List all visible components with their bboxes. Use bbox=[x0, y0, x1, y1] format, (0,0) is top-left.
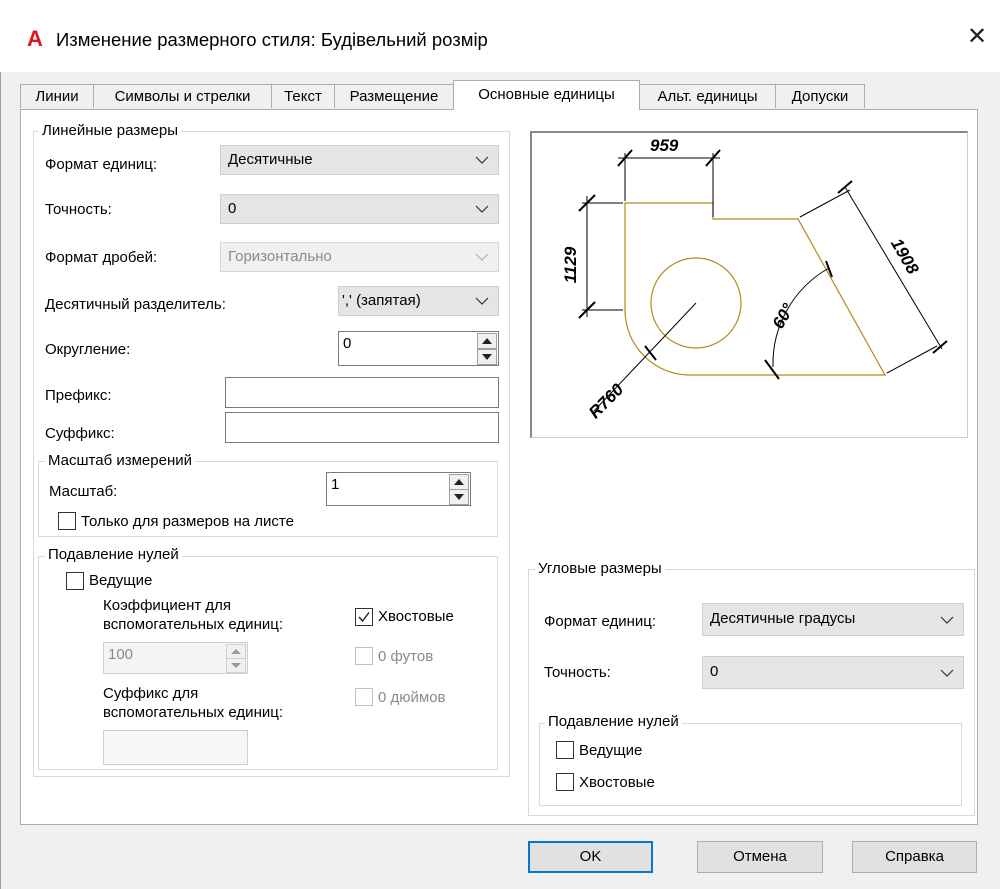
tab-primary-units[interactable]: Основные единицы bbox=[453, 80, 640, 110]
zero-feet-label: 0 футов bbox=[378, 648, 434, 665]
precision-select[interactable]: 0 bbox=[220, 194, 499, 224]
suffix-input[interactable] bbox=[225, 412, 499, 443]
tab-fit[interactable]: Размещение bbox=[334, 84, 454, 108]
angular-leading-label: Ведущие bbox=[579, 742, 643, 759]
cancel-button[interactable]: Отмена bbox=[697, 841, 823, 873]
roundoff-label: Округление: bbox=[45, 341, 131, 358]
tab-text[interactable]: Текст bbox=[271, 84, 335, 108]
measurement-scale-label: Масштаб измерений bbox=[45, 452, 195, 470]
spin-up-icon bbox=[226, 644, 246, 659]
spin-down-icon[interactable] bbox=[477, 349, 497, 365]
angular-unit-format-select[interactable]: Десятичные градусы bbox=[702, 603, 964, 636]
zero-feet-checkbox bbox=[355, 647, 373, 665]
roundoff-value: 0 bbox=[343, 335, 352, 352]
preview-dim-left: 1129 bbox=[561, 246, 580, 283]
subunit-suffix-label-2: вспомогательных единиц: bbox=[103, 704, 283, 721]
ok-button[interactable]: OK bbox=[528, 841, 653, 873]
spin-down-icon[interactable] bbox=[449, 489, 469, 505]
angular-leading-checkbox[interactable] bbox=[556, 741, 574, 759]
angular-trailing-checkbox[interactable] bbox=[556, 773, 574, 791]
angular-dimensions-label: Угловые размеры bbox=[535, 560, 665, 578]
autocad-logo-icon: A bbox=[27, 26, 43, 51]
preview-dim-radius: R760 bbox=[585, 380, 628, 423]
prefix-label: Префикс: bbox=[45, 387, 112, 404]
angular-precision-value: 0 bbox=[710, 663, 719, 680]
tab-symbols-arrows[interactable]: Символы и стрелки bbox=[93, 84, 272, 108]
chevron-down-icon bbox=[475, 297, 489, 305]
chevron-down-icon bbox=[940, 669, 954, 677]
subunit-suffix-label-1: Суффикс для bbox=[103, 685, 199, 702]
subunit-suffix-input bbox=[103, 730, 248, 765]
scale-factor-spinner[interactable]: 1 bbox=[326, 472, 471, 506]
subunit-factor-label-2: вспомогательных единиц: bbox=[103, 616, 283, 633]
preview-dim-angle: 60° bbox=[769, 300, 798, 332]
decimal-separator-value: ',' (запятая) bbox=[342, 292, 421, 309]
close-icon[interactable]: ✕ bbox=[962, 22, 992, 52]
leading-zero-checkbox[interactable] bbox=[66, 572, 84, 590]
spin-up-icon[interactable] bbox=[477, 333, 497, 349]
decimal-separator-label: Десятичный разделитель: bbox=[45, 296, 226, 313]
roundoff-spinner[interactable]: 0 bbox=[338, 331, 499, 366]
tab-alternate-units[interactable]: Альт. единицы bbox=[639, 84, 776, 108]
scale-factor-value: 1 bbox=[331, 476, 340, 493]
spin-up-icon[interactable] bbox=[449, 474, 469, 490]
linear-dimensions-label: Линейные размеры bbox=[39, 122, 181, 140]
precision-label: Точность: bbox=[45, 201, 112, 218]
spin-down-icon bbox=[226, 658, 246, 673]
leading-zero-label: Ведущие bbox=[89, 572, 153, 589]
fraction-format-value: Горизонтально bbox=[228, 248, 332, 265]
window-frame bbox=[0, 72, 1, 889]
help-button[interactable]: Справка bbox=[852, 841, 977, 873]
suffix-label: Суффикс: bbox=[45, 425, 115, 442]
subunit-factor-spinner: 100 bbox=[103, 642, 248, 674]
subunit-factor-value: 100 bbox=[108, 646, 134, 663]
unit-format-value: Десятичные bbox=[228, 151, 313, 168]
unit-format-label: Формат единиц: bbox=[45, 156, 158, 173]
prefix-input[interactable] bbox=[225, 377, 499, 408]
tab-lines[interactable]: Линии bbox=[20, 84, 94, 108]
precision-value: 0 bbox=[228, 200, 237, 217]
chevron-down-icon bbox=[475, 156, 489, 164]
angular-trailing-label: Хвостовые bbox=[579, 774, 655, 791]
zero-suppression-linear-label: Подавление нулей bbox=[45, 546, 182, 564]
chevron-down-icon bbox=[475, 205, 489, 213]
preview-dim-right: 1908 bbox=[887, 235, 923, 278]
layout-only-label: Только для размеров на листе bbox=[81, 513, 294, 530]
trailing-zero-checkbox[interactable] bbox=[355, 608, 373, 626]
scale-factor-label: Масштаб: bbox=[49, 483, 118, 500]
zero-inches-checkbox bbox=[355, 688, 373, 706]
angular-precision-select[interactable]: 0 bbox=[702, 656, 964, 689]
chevron-down-icon bbox=[940, 616, 954, 624]
checkmark-icon bbox=[358, 612, 370, 623]
window-title: Изменение размерного стиля: Будівельний … bbox=[56, 29, 488, 50]
fraction-format-select: Горизонтально bbox=[220, 242, 499, 272]
angular-unit-format-value: Десятичные градусы bbox=[710, 610, 856, 627]
angular-precision-label: Точность: bbox=[544, 664, 611, 681]
trailing-zero-label: Хвостовые bbox=[378, 608, 454, 625]
dimension-preview-drawing: 959 1129 1908 60° R760 bbox=[561, 136, 948, 423]
layout-only-checkbox[interactable] bbox=[58, 512, 76, 530]
zero-suppression-angular-group bbox=[539, 723, 962, 806]
tab-tolerances[interactable]: Допуски bbox=[775, 84, 865, 108]
angular-unit-format-label: Формат единиц: bbox=[544, 613, 657, 630]
preview-dim-top: 959 bbox=[650, 136, 679, 155]
fraction-format-label: Формат дробей: bbox=[45, 249, 158, 266]
preview-panel: 959 1129 1908 60° R760 bbox=[530, 131, 968, 438]
chevron-down-icon bbox=[475, 253, 489, 261]
zero-suppression-angular-label: Подавление нулей bbox=[545, 713, 682, 731]
decimal-separator-select[interactable]: ',' (запятая) bbox=[338, 286, 499, 316]
subunit-factor-label-1: Коэффициент для bbox=[103, 597, 232, 614]
unit-format-select[interactable]: Десятичные bbox=[220, 145, 499, 175]
zero-inches-label: 0 дюймов bbox=[378, 689, 446, 706]
